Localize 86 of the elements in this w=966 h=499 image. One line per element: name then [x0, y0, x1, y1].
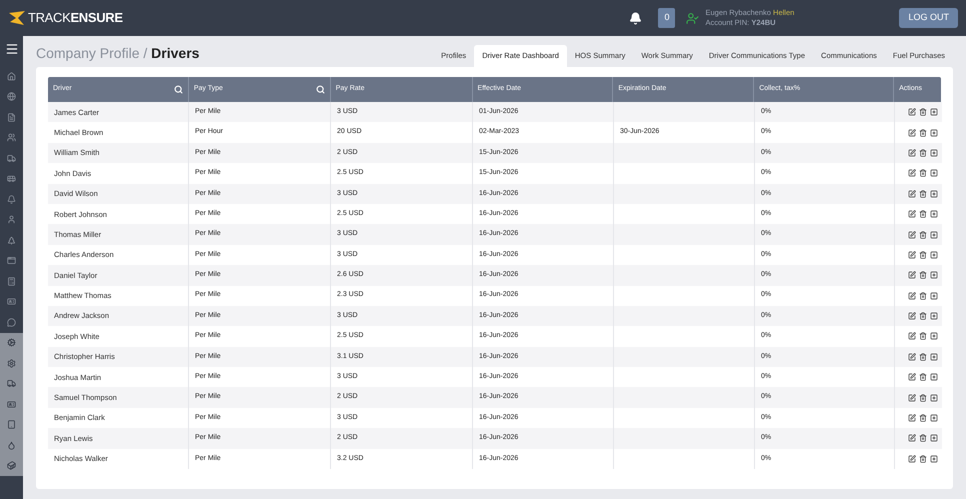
add-icon[interactable] — [930, 271, 938, 280]
trash-icon[interactable] — [919, 128, 927, 137]
trash-icon[interactable] — [919, 169, 927, 178]
tablet-icon — [7, 420, 16, 430]
calculator-icon — [7, 276, 16, 286]
edit-icon[interactable] — [908, 271, 916, 280]
add-icon[interactable] — [930, 454, 938, 463]
edit-icon[interactable] — [908, 373, 916, 382]
edit-icon[interactable] — [908, 148, 916, 157]
edit-icon[interactable] — [908, 210, 916, 218]
add-icon[interactable] — [930, 190, 938, 198]
trash-icon[interactable] — [919, 414, 927, 422]
add-icon[interactable] — [930, 373, 938, 382]
trash-icon[interactable] — [919, 210, 927, 218]
search-icon[interactable] — [174, 85, 183, 94]
trash-icon[interactable] — [919, 190, 927, 198]
trash-icon[interactable] — [919, 250, 927, 259]
edit-icon[interactable] — [908, 454, 916, 463]
trash-icon[interactable] — [919, 292, 927, 300]
edit-icon[interactable] — [908, 352, 916, 361]
add-icon[interactable] — [930, 230, 938, 239]
home-icon — [7, 72, 16, 81]
tree-icon — [7, 236, 16, 245]
truck-icon — [7, 379, 16, 388]
edit-icon[interactable] — [908, 434, 916, 442]
window-icon — [7, 256, 16, 266]
logout-button[interactable]: LOG OUT — [899, 8, 958, 28]
trash-icon[interactable] — [919, 332, 927, 340]
edit-icon[interactable] — [908, 292, 916, 300]
add-icon[interactable] — [930, 434, 938, 442]
notification-count-button[interactable]: 0 — [658, 8, 676, 28]
vehicle-icon — [7, 174, 16, 184]
users-icon — [7, 133, 16, 142]
document-icon — [7, 112, 16, 122]
edit-icon[interactable] — [908, 169, 916, 178]
edit-icon[interactable] — [908, 332, 916, 340]
add-icon[interactable] — [930, 108, 938, 116]
truck-icon — [7, 154, 16, 163]
add-icon[interactable] — [930, 394, 938, 402]
settings-icon — [7, 358, 16, 368]
brand-logo[interactable]: TRACKENSURE — [28, 8, 123, 28]
add-icon[interactable] — [930, 292, 938, 300]
add-icon[interactable] — [930, 250, 938, 259]
edit-icon[interactable] — [908, 414, 916, 422]
id-card-icon — [7, 400, 16, 409]
contact-icon — [7, 215, 16, 224]
add-icon[interactable] — [930, 210, 938, 218]
id-card-icon — [7, 297, 16, 306]
trash-icon[interactable] — [919, 230, 927, 239]
container-icon — [7, 461, 16, 470]
add-icon[interactable] — [930, 128, 938, 137]
edit-icon[interactable] — [908, 230, 916, 239]
trash-icon[interactable] — [919, 373, 927, 382]
trash-icon[interactable] — [919, 434, 927, 442]
add-icon[interactable] — [930, 332, 938, 340]
trash-icon[interactable] — [919, 352, 927, 361]
edit-icon[interactable] — [908, 250, 916, 259]
trash-icon[interactable] — [919, 394, 927, 402]
trash-icon[interactable] — [919, 148, 927, 157]
add-icon[interactable] — [930, 352, 938, 361]
trash-icon[interactable] — [919, 312, 927, 320]
add-icon[interactable] — [930, 312, 938, 320]
search-icon[interactable] — [316, 85, 325, 94]
add-icon[interactable] — [930, 414, 938, 422]
gears-icon — [7, 338, 16, 348]
sidebar-item[interactable] — [0, 456, 23, 476]
edit-icon[interactable] — [908, 394, 916, 402]
edit-icon[interactable] — [908, 312, 916, 320]
bell-icon — [7, 194, 16, 204]
logo-icon — [8, 10, 26, 26]
page-title: Company Profile / Drivers — [36, 44, 200, 63]
edit-icon[interactable] — [908, 108, 916, 116]
edit-icon[interactable] — [908, 190, 916, 198]
globe-icon — [7, 92, 16, 102]
bell-icon[interactable] — [629, 12, 642, 24]
add-icon[interactable] — [930, 169, 938, 178]
trash-icon[interactable] — [919, 454, 927, 463]
trash-icon[interactable] — [919, 271, 927, 280]
droplet-icon — [7, 440, 16, 450]
edit-icon[interactable] — [908, 128, 916, 137]
user-status-icon — [686, 12, 700, 24]
add-icon[interactable] — [930, 148, 938, 157]
sidebar-item[interactable] — [0, 332, 23, 353]
trash-icon[interactable] — [919, 108, 927, 116]
chat-icon — [7, 318, 16, 327]
menu-icon[interactable] — [4, 42, 18, 56]
